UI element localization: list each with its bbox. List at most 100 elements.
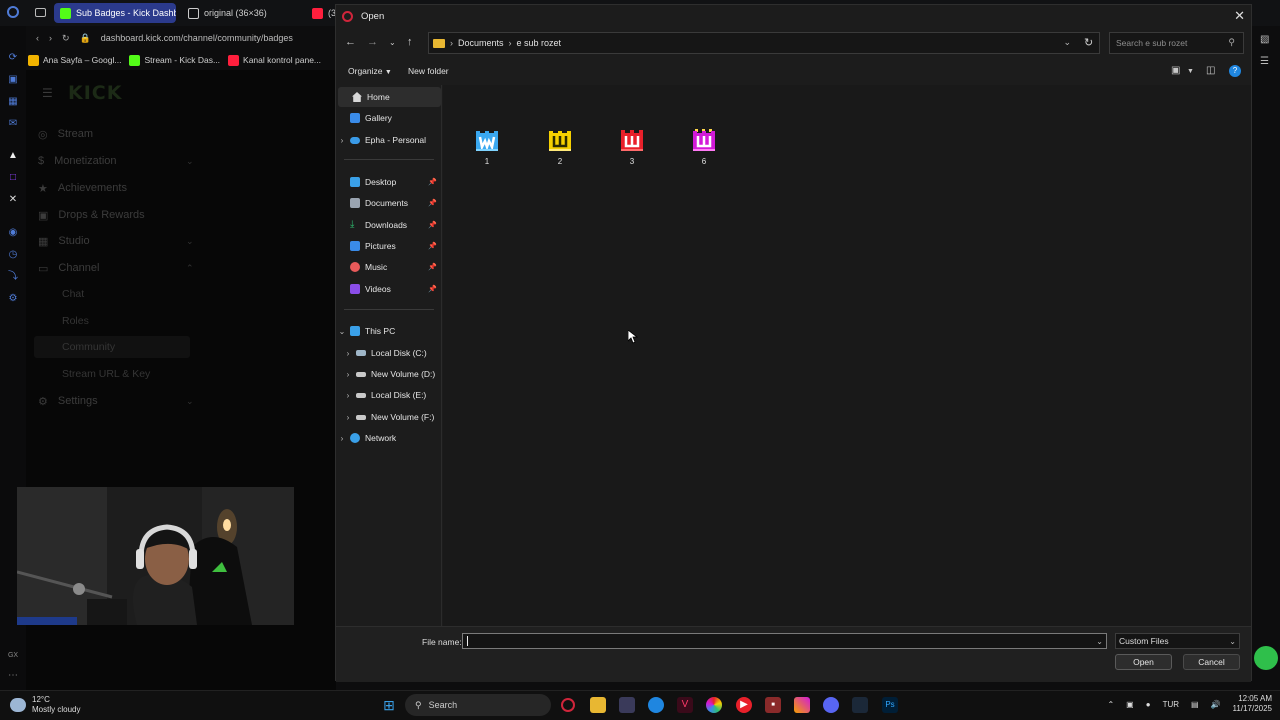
kick-menu-channel[interactable]: ▭ Channel ⌃ bbox=[38, 257, 198, 279]
settings-gear-icon[interactable]: ⚙ bbox=[7, 293, 19, 305]
open-button[interactable]: Open bbox=[1115, 654, 1172, 670]
organize-button[interactable]: Organize ▼ bbox=[348, 66, 392, 76]
tab-overview-icon[interactable] bbox=[35, 8, 46, 17]
view-options-icon[interactable]: ▣ bbox=[1171, 65, 1180, 76]
file-type-select[interactable]: Custom Files ⌄ bbox=[1115, 633, 1240, 649]
nav-network[interactable]: › Network bbox=[336, 428, 439, 448]
nav-documents[interactable]: Documents 📌 bbox=[336, 193, 439, 213]
back-icon[interactable]: ‹ bbox=[36, 33, 39, 43]
app-icon[interactable] bbox=[619, 697, 635, 713]
forward-arrow-icon[interactable]: → bbox=[367, 36, 378, 48]
crypto-wallet-icon[interactable]: ▦ bbox=[7, 96, 19, 108]
history-icon[interactable]: ◷ bbox=[7, 249, 19, 261]
chevron-down-icon[interactable]: ⌄ bbox=[1063, 37, 1071, 48]
pin-icon[interactable]: 📌 bbox=[428, 263, 437, 271]
chevron-right-icon[interactable]: › bbox=[342, 413, 354, 422]
url-text[interactable]: dashboard.kick.com/channel/community/bad… bbox=[101, 33, 293, 43]
edge-icon[interactable] bbox=[648, 697, 664, 713]
tab-original[interactable]: original (36×36) bbox=[182, 3, 302, 23]
color-picker-icon[interactable] bbox=[706, 697, 722, 713]
steam-icon[interactable] bbox=[852, 697, 868, 713]
pin-icon[interactable]: 📌 bbox=[428, 285, 437, 293]
menu-icon[interactable]: ☰ bbox=[1260, 56, 1269, 67]
breadcrumb-documents[interactable]: Documents bbox=[458, 38, 504, 48]
discord-icon[interactable] bbox=[823, 697, 839, 713]
file-item-3[interactable]: 3 bbox=[607, 129, 657, 166]
kick-menu-monetization[interactable]: $ Monetization ⌄ bbox=[38, 150, 198, 172]
nav-desktop[interactable]: Desktop 📌 bbox=[336, 172, 439, 192]
refresh-icon[interactable]: ↻ bbox=[1084, 36, 1093, 49]
bookmark-google[interactable]: Ana Sayfa – Googl... bbox=[28, 52, 121, 68]
kick-menu-drops[interactable]: ▣ Drops & Rewards bbox=[38, 204, 198, 226]
chevron-right-icon[interactable]: › bbox=[342, 391, 354, 400]
new-folder-button[interactable]: New folder bbox=[408, 66, 449, 76]
player-icon[interactable]: ◉ bbox=[7, 227, 19, 239]
nav-videos[interactable]: Videos 📌 bbox=[336, 279, 439, 299]
kick-logo[interactable]: KICK bbox=[68, 82, 122, 104]
chevron-right-icon[interactable]: › bbox=[336, 136, 348, 145]
address-path[interactable]: › Documents › e sub rozet ⌄ bbox=[428, 32, 1100, 54]
breadcrumb-e-sub-rozet[interactable]: e sub rozet bbox=[517, 38, 562, 48]
photoshop-icon[interactable]: Ps bbox=[882, 697, 898, 713]
kick-menu-studio[interactable]: ▦ Studio ⌄ bbox=[38, 230, 198, 252]
kick-sub-community[interactable]: Community bbox=[62, 341, 115, 353]
recent-locations-icon[interactable]: ⌄ bbox=[389, 38, 396, 47]
file-item-1[interactable]: 1 bbox=[462, 129, 512, 166]
bookmark-youtube[interactable]: Kanal kontrol pane... bbox=[228, 52, 321, 68]
workspaces-icon[interactable]: ▣ bbox=[7, 74, 19, 86]
file-item-2[interactable]: 2 bbox=[535, 129, 585, 166]
twitch-icon[interactable]: □ bbox=[7, 172, 19, 184]
back-arrow-icon[interactable]: ← bbox=[345, 36, 356, 48]
tab-kick-dashboard[interactable]: Sub Badges - Kick Dashb bbox=[54, 3, 176, 23]
volume-icon[interactable]: 🔊 bbox=[1211, 700, 1221, 709]
chevron-down-icon[interactable]: ⌄ bbox=[1096, 635, 1103, 649]
network-icon[interactable]: ▤ bbox=[1191, 700, 1199, 709]
weather-widget[interactable]: 12°C Mostly cloudy bbox=[10, 695, 80, 715]
kick-sub-stream-url[interactable]: Stream URL & Key bbox=[62, 368, 150, 380]
nav-home[interactable]: Home bbox=[338, 87, 441, 107]
pin-icon[interactable]: 📌 bbox=[428, 178, 437, 186]
pin-icon[interactable]: 📌 bbox=[428, 199, 437, 207]
downloads-icon[interactable]: ⤵ bbox=[7, 271, 19, 283]
tray-app-icon[interactable]: ▣ bbox=[1126, 700, 1134, 709]
opera-logo-icon[interactable] bbox=[7, 6, 19, 18]
youtube-music-icon[interactable]: ▶ bbox=[736, 697, 752, 713]
microphone-icon[interactable]: ● bbox=[1146, 700, 1151, 709]
gx-icon[interactable]: GX bbox=[7, 650, 19, 662]
chevron-right-icon[interactable]: › bbox=[336, 434, 348, 443]
up-arrow-icon[interactable]: ↑ bbox=[407, 36, 413, 48]
nav-pictures[interactable]: Pictures 📌 bbox=[336, 236, 439, 256]
close-icon[interactable]: ✕ bbox=[1234, 8, 1245, 24]
messenger-icon[interactable]: ✉ bbox=[7, 118, 19, 130]
extensions-icon[interactable]: ▧ bbox=[1260, 34, 1269, 45]
pin-icon[interactable]: 📌 bbox=[428, 221, 437, 229]
kick-sub-chat[interactable]: Chat bbox=[62, 288, 84, 300]
reload-icon[interactable]: ↻ bbox=[62, 33, 70, 44]
forward-icon[interactable]: › bbox=[49, 33, 52, 43]
more-icon[interactable]: ⋯ bbox=[7, 670, 19, 682]
taskbar-search[interactable]: ⚲ Search bbox=[405, 694, 551, 716]
vegas-icon[interactable]: V bbox=[677, 697, 693, 713]
chevron-down-icon[interactable]: ⌄ bbox=[336, 327, 348, 336]
nav-gallery[interactable]: Gallery bbox=[336, 108, 439, 128]
language-indicator[interactable]: TUR bbox=[1163, 700, 1179, 709]
windows-start-icon[interactable]: ⊞ bbox=[381, 697, 397, 713]
chevron-down-icon[interactable]: ▼ bbox=[1187, 68, 1194, 75]
tab-youtube[interactable]: (3 bbox=[306, 3, 336, 23]
cancel-button[interactable]: Cancel bbox=[1183, 654, 1240, 670]
bookmark-kick[interactable]: Stream - Kick Das... bbox=[129, 52, 220, 68]
preview-pane-icon[interactable]: ◫ bbox=[1206, 65, 1215, 76]
file-explorer-icon[interactable] bbox=[590, 697, 606, 713]
file-item-6[interactable]: 6 bbox=[679, 129, 729, 166]
kick-app-icon[interactable]: ▲ bbox=[7, 150, 19, 162]
whatsapp-icon[interactable] bbox=[1254, 646, 1278, 670]
nav-music[interactable]: Music 📌 bbox=[336, 257, 439, 277]
nav-drive-f[interactable]: › New Volume (F:) bbox=[342, 407, 445, 427]
nav-onedrive[interactable]: › Epha - Personal bbox=[336, 130, 439, 150]
search-input[interactable]: Search e sub rozet ⚲ bbox=[1109, 32, 1244, 54]
nav-drive-e[interactable]: › Local Disk (E:) bbox=[342, 385, 445, 405]
nav-drive-d[interactable]: › New Volume (D:) bbox=[342, 364, 445, 384]
instagram-icon[interactable] bbox=[794, 697, 810, 713]
chevron-right-icon[interactable]: › bbox=[342, 370, 354, 379]
kick-menu-stream[interactable]: ◎ Stream bbox=[38, 123, 198, 145]
